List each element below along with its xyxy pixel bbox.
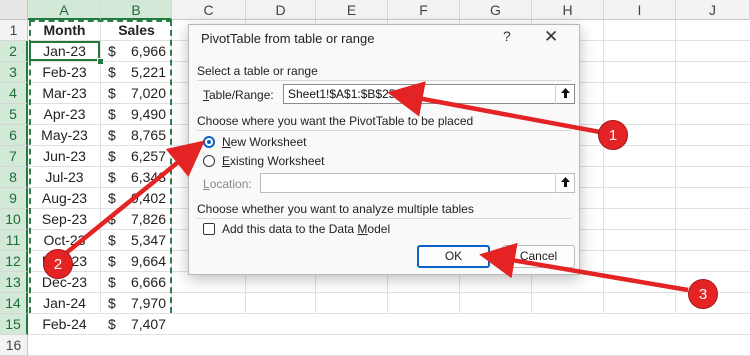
- row-header-16[interactable]: 16: [0, 335, 28, 356]
- arrow-1: [387, 81, 601, 135]
- cell-sales: 7,407: [130, 316, 166, 332]
- annotation-arrows: [58, 81, 689, 293]
- row-header-15[interactable]: 15: [0, 314, 28, 335]
- callout-2: 2: [43, 249, 73, 279]
- cell-month: Feb-24: [42, 316, 87, 332]
- callout-1: 1: [598, 120, 628, 150]
- arrow-2: [58, 140, 205, 260]
- callout-3: 3: [688, 279, 718, 309]
- cell-currency: $: [108, 316, 116, 332]
- arrow-3: [479, 242, 689, 293]
